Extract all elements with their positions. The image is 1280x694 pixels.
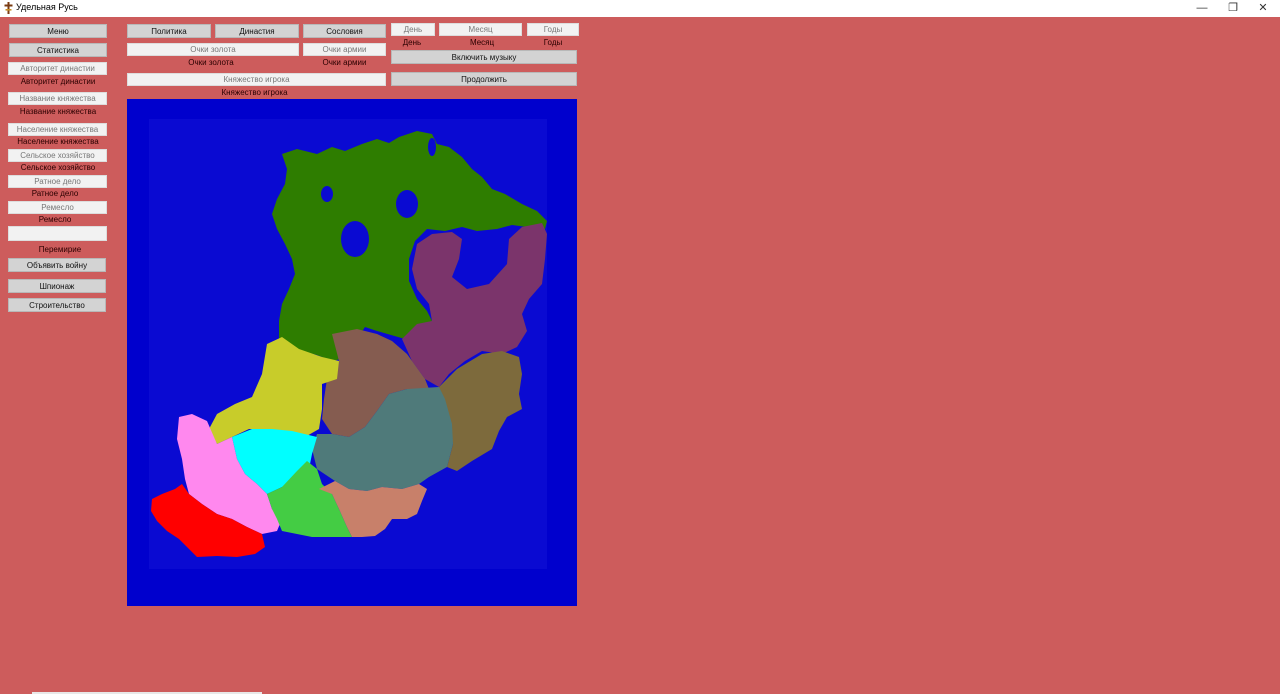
restore-icon[interactable]: ❐ <box>1216 0 1250 17</box>
gold-points-label: Очки золота <box>188 58 234 67</box>
month-field[interactable]: Месяц <box>439 23 522 36</box>
map-svg <box>127 99 577 606</box>
population-field[interactable]: Население княжества <box>8 123 107 136</box>
population-label: Население княжества <box>17 137 99 146</box>
statistics-button[interactable]: Статистика <box>9 43 107 57</box>
principality-name-label: Название княжества <box>19 107 97 116</box>
month-label: Месяц <box>469 38 495 47</box>
dynasty-authority-field[interactable]: Авторитет династии <box>8 62 107 75</box>
craft-label: Ремесло <box>38 215 72 224</box>
espionage-button[interactable]: Шпионаж <box>8 279 106 293</box>
continue-button[interactable]: Продолжить <box>391 72 577 86</box>
military-field[interactable]: Ратное дело <box>8 175 107 188</box>
dynasty-authority-label: Авторитет династии <box>20 77 96 86</box>
craft-field[interactable]: Ремесло <box>8 201 107 214</box>
military-label: Ратное дело <box>31 189 79 198</box>
dynasty-button[interactable]: Династия <box>215 24 299 38</box>
close-icon[interactable]: ✕ <box>1246 0 1280 17</box>
army-points-label: Очки армии <box>322 58 367 67</box>
title-bar: Удельная Русь — ❐ ✕ <box>0 0 1280 17</box>
agriculture-label: Сельское хозяйство <box>20 163 96 172</box>
music-button[interactable]: Включить музыку <box>391 50 577 64</box>
game-map[interactable] <box>127 99 577 606</box>
years-field[interactable]: Годы <box>527 23 579 36</box>
day-label: День <box>402 38 422 47</box>
lake-3 <box>321 186 333 202</box>
principality-name-field[interactable]: Название княжества <box>8 92 107 105</box>
menu-button[interactable]: Меню <box>9 24 107 38</box>
app-icon <box>4 2 13 14</box>
army-points-field[interactable]: Очки армии <box>303 43 386 56</box>
truce-label: Перемирие <box>38 245 82 254</box>
player-principality-label: Княжество игрока <box>221 88 288 97</box>
years-label: Годы <box>543 38 563 47</box>
empty-field[interactable] <box>8 226 107 241</box>
minimize-icon[interactable]: — <box>1185 0 1219 17</box>
agriculture-field[interactable]: Сельское хозяйство <box>8 149 107 162</box>
lake-4 <box>428 138 436 156</box>
window-title: Удельная Русь <box>16 2 78 12</box>
lake-2 <box>396 190 418 218</box>
gold-points-field[interactable]: Очки золота <box>127 43 299 56</box>
estates-button[interactable]: Сословия <box>303 24 386 38</box>
day-field[interactable]: День <box>391 23 435 36</box>
construction-button[interactable]: Строительство <box>8 298 106 312</box>
player-principality-field[interactable]: Княжество игрока <box>127 73 386 86</box>
declare-war-button[interactable]: Объявить войну <box>8 258 106 272</box>
politics-button[interactable]: Политика <box>127 24 211 38</box>
lake-1 <box>341 221 369 257</box>
